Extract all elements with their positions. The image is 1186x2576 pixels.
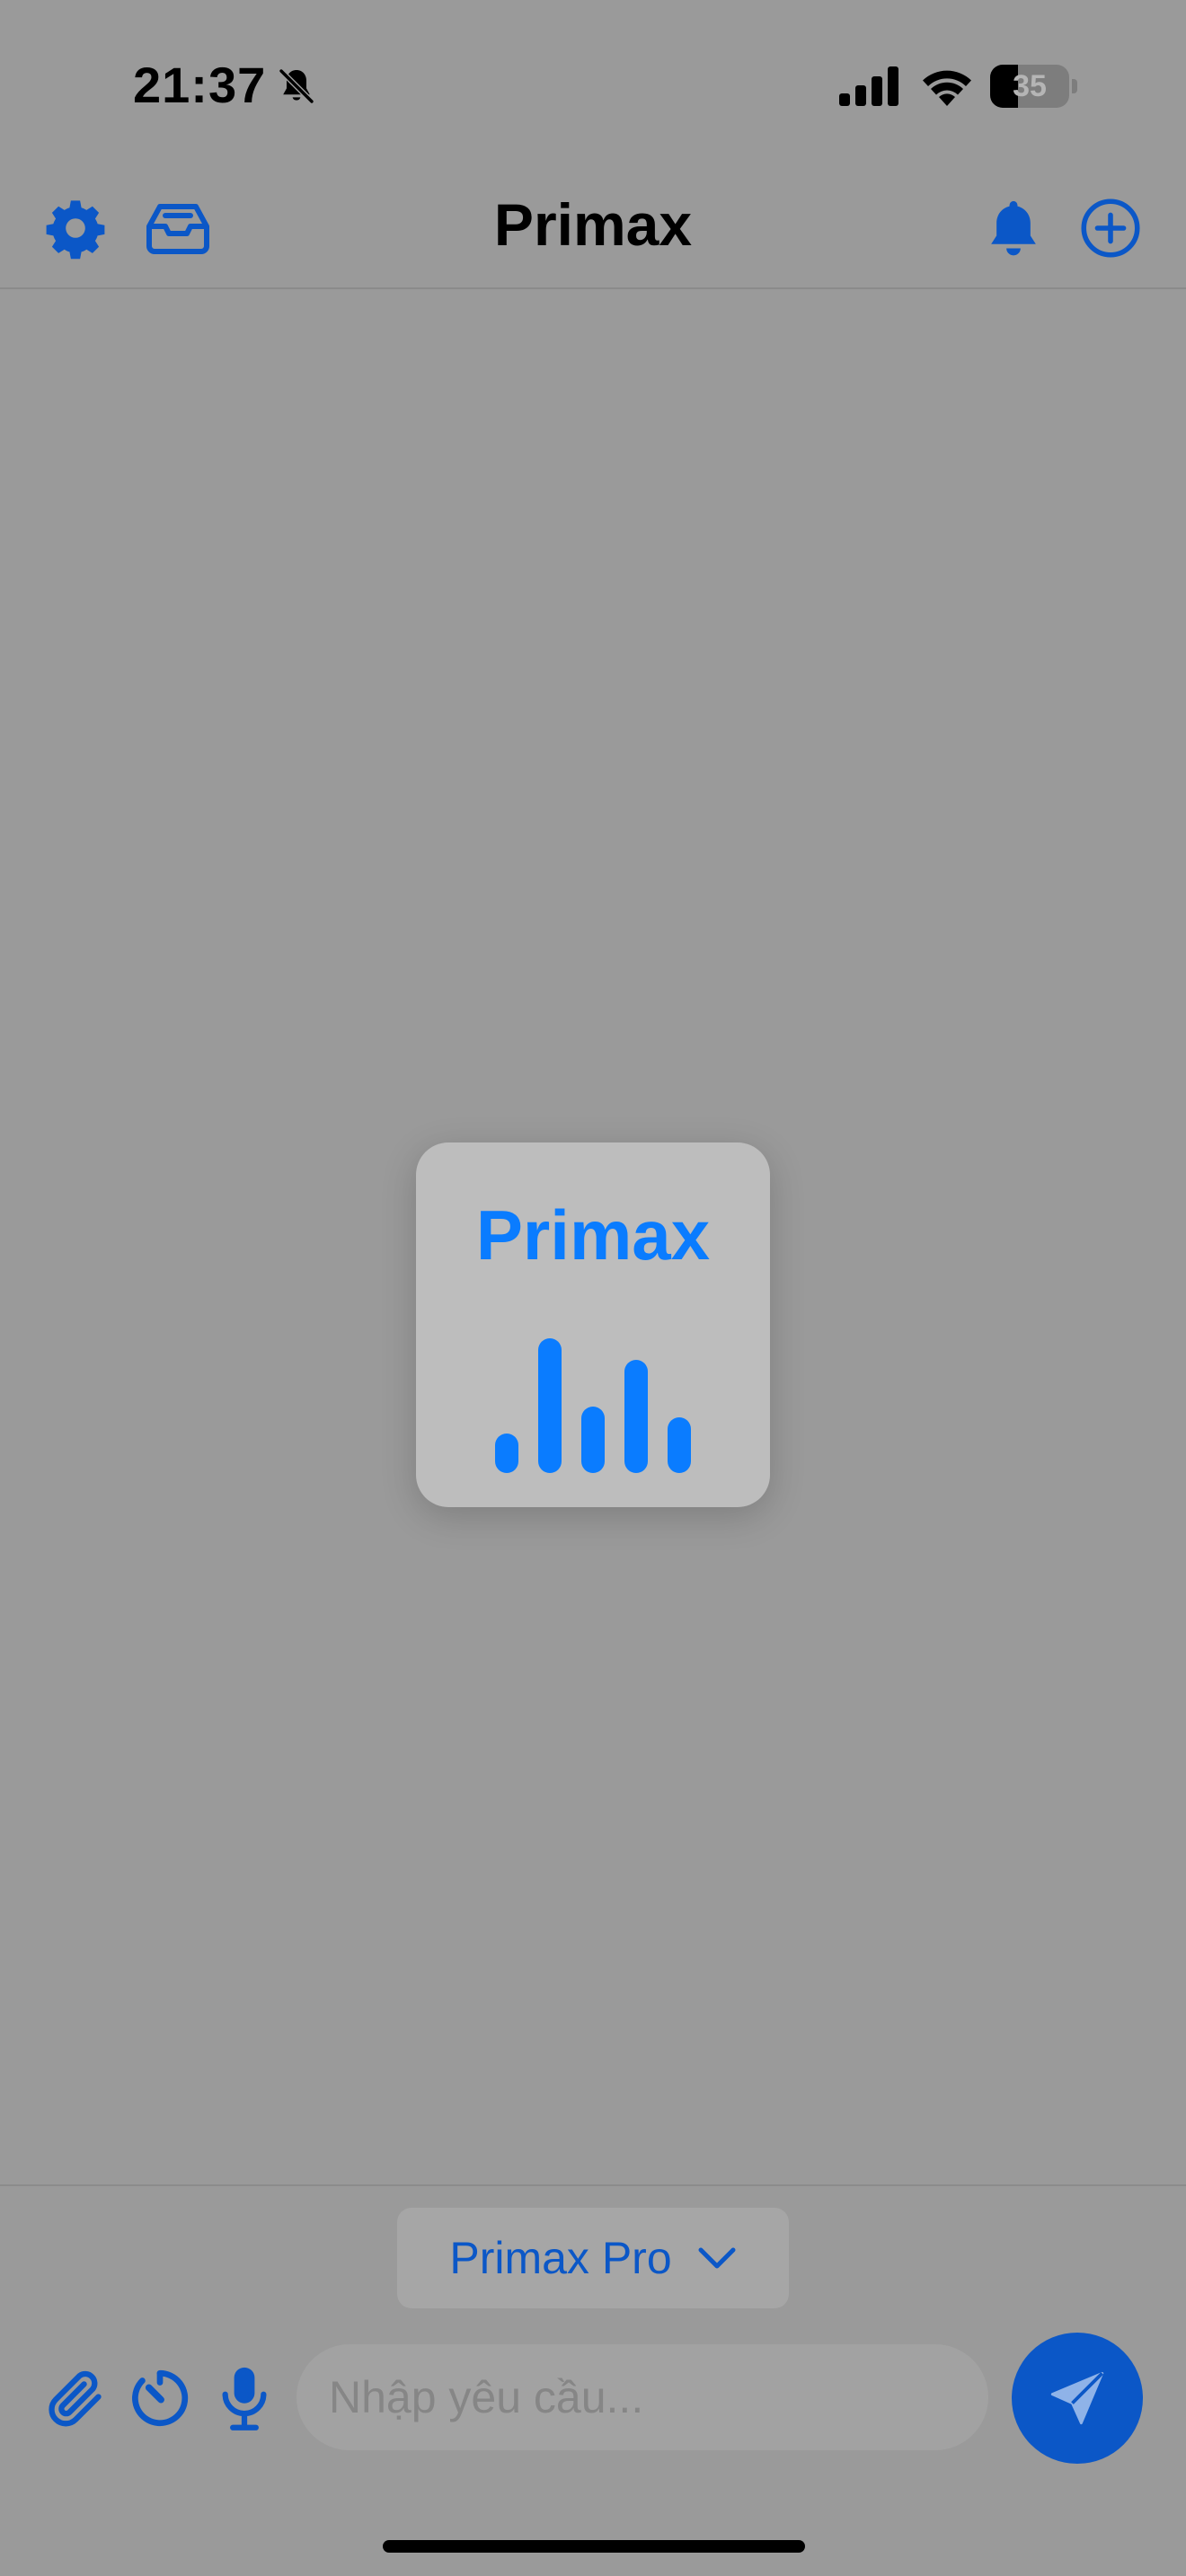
notifications-button[interactable] xyxy=(978,192,1049,264)
send-button[interactable] xyxy=(1012,2333,1143,2464)
audio-bar xyxy=(581,1407,605,1473)
audio-bar xyxy=(624,1360,648,1473)
battery-icon: 35 xyxy=(990,65,1078,108)
battery-body: 35 xyxy=(990,65,1069,108)
audio-bars-icon xyxy=(495,1338,691,1473)
voice-input-button[interactable] xyxy=(208,2362,280,2434)
timer-button[interactable] xyxy=(124,2362,196,2434)
bell-icon xyxy=(991,200,1036,256)
nav-bar: Primax xyxy=(0,171,1186,289)
model-label: Primax Pro xyxy=(449,2233,672,2283)
battery-level: 35 xyxy=(1013,69,1047,103)
paperclip-icon xyxy=(49,2370,102,2427)
composer-divider xyxy=(0,2184,1186,2186)
loading-title: Primax xyxy=(475,1195,711,1275)
cellular-signal-icon xyxy=(839,66,898,106)
timer-icon xyxy=(132,2369,189,2427)
audio-bar xyxy=(495,1434,518,1473)
loading-card: Primax xyxy=(416,1142,770,1507)
battery-cap xyxy=(1072,79,1077,93)
chevron-down-icon xyxy=(698,2247,736,2269)
paper-plane-icon xyxy=(1050,2371,1104,2425)
new-chat-button[interactable] xyxy=(1075,192,1146,264)
microphone-icon xyxy=(222,2367,267,2430)
home-indicator xyxy=(383,2540,805,2553)
status-time: 21:37 xyxy=(133,57,267,113)
attach-button[interactable] xyxy=(40,2362,111,2434)
audio-bar xyxy=(538,1338,562,1473)
plus-circle-icon xyxy=(1081,198,1140,258)
message-input[interactable] xyxy=(296,2344,988,2450)
status-bar: 21:37 35 xyxy=(0,0,1186,171)
bell-slash-icon xyxy=(278,67,315,105)
model-selector[interactable]: Primax Pro xyxy=(397,2208,789,2308)
audio-bar xyxy=(668,1417,691,1473)
wifi-icon xyxy=(923,70,971,106)
app-screen: 21:37 35 Primax Primax Primax Pro Nhập y… xyxy=(0,0,1186,2576)
